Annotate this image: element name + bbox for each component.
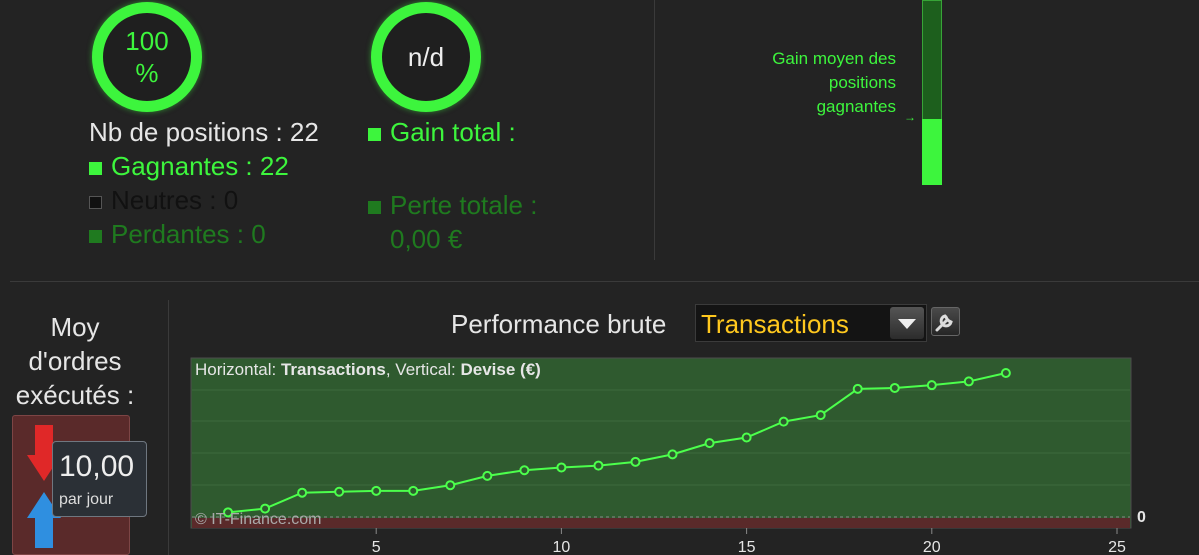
subtitle-prefix-h: Horizontal: <box>195 360 281 379</box>
x-tick-label: 10 <box>553 539 571 555</box>
y-tick-zero: 0 <box>1137 509 1146 526</box>
data-point <box>778 416 789 427</box>
x-tick-label: 15 <box>738 539 756 555</box>
performance-chart: 5 10 15 20 25 © IT-Finance.com 0 <box>190 357 1146 555</box>
subtitle-vertical: Devise (€) <box>460 360 541 379</box>
data-point <box>741 432 752 443</box>
data-point <box>815 410 826 421</box>
data-point <box>371 485 382 496</box>
data-point <box>334 486 345 497</box>
data-point <box>1000 368 1011 378</box>
data-point <box>408 485 419 496</box>
data-point <box>630 456 641 467</box>
data-point <box>593 460 604 471</box>
subtitle-horizontal: Transactions <box>280 360 386 379</box>
plot-area <box>190 357 1132 529</box>
data-point <box>556 462 567 473</box>
chart-subtitle: Horizontal: Transactions, Vertical: Devi… <box>195 360 541 380</box>
data-point <box>926 380 937 391</box>
data-point <box>667 449 678 460</box>
data-point <box>889 382 900 393</box>
chart-watermark: © IT-Finance.com <box>195 511 322 528</box>
data-point <box>445 480 456 491</box>
data-point <box>963 376 974 387</box>
data-point <box>852 383 863 394</box>
x-axis-ticks: 5 10 15 20 25 <box>372 528 1126 555</box>
x-tick-label: 25 <box>1108 539 1126 555</box>
x-tick-label: 20 <box>923 539 941 555</box>
data-point <box>704 438 715 449</box>
negative-zone <box>192 518 1130 528</box>
data-point <box>297 487 308 498</box>
data-point <box>482 470 493 481</box>
subtitle-prefix-v: , Vertical: <box>385 360 461 379</box>
data-point <box>519 465 530 476</box>
x-tick-label: 5 <box>372 539 381 555</box>
